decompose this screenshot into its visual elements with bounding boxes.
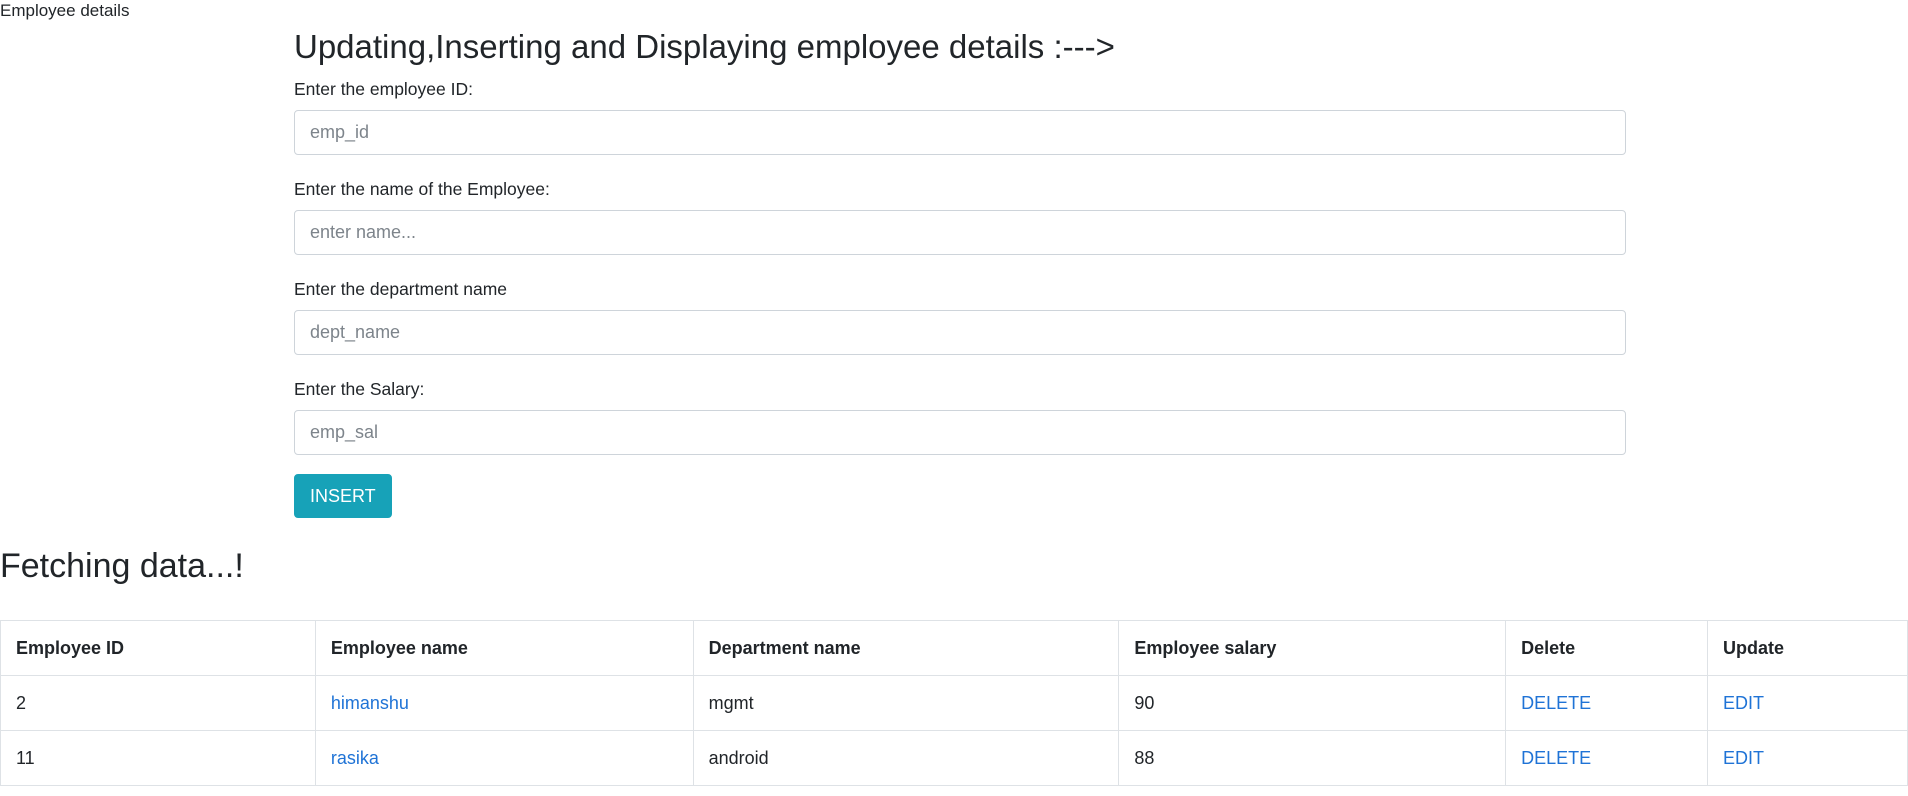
cell-delete: DELETE — [1505, 730, 1709, 786]
fetching-data-title: Fetching data...! — [0, 547, 244, 585]
cell-employee-name: himanshu — [314, 675, 694, 731]
table-header-row: Employee ID Employee name Department nam… — [0, 620, 1908, 676]
cell-employee-name: rasika — [314, 730, 694, 786]
emp-name-input[interactable] — [294, 210, 1626, 255]
cell-delete: DELETE — [1505, 675, 1709, 731]
header-department-name: Department name — [692, 620, 1120, 676]
insert-button[interactable]: INSERT — [294, 474, 392, 518]
emp-salary-label: Enter the Salary: — [294, 379, 425, 399]
table-row: 11 rasika android 88 DELETE EDIT — [0, 730, 1908, 786]
emp-id-input[interactable] — [294, 110, 1626, 155]
table-row: 2 himanshu mgmt 90 DELETE EDIT — [0, 675, 1908, 731]
emp-id-label: Enter the employee ID: — [294, 79, 473, 99]
header-employee-name: Employee name — [314, 620, 694, 676]
header-update: Update — [1707, 620, 1908, 676]
delete-link[interactable]: DELETE — [1521, 748, 1591, 768]
cell-department-name: android — [692, 730, 1120, 786]
cell-update: EDIT — [1707, 730, 1908, 786]
edit-link[interactable]: EDIT — [1723, 693, 1764, 713]
cell-employee-salary: 90 — [1118, 675, 1507, 731]
header-employee-id: Employee ID — [0, 620, 316, 676]
cell-department-name: mgmt — [692, 675, 1120, 731]
employee-table: Employee ID Employee name Department nam… — [0, 620, 1908, 786]
employee-name-link[interactable]: rasika — [331, 748, 379, 768]
emp-salary-input[interactable] — [294, 410, 1626, 455]
edit-link[interactable]: EDIT — [1723, 748, 1764, 768]
dept-name-input[interactable] — [294, 310, 1626, 355]
form-title: Updating,Inserting and Displaying employ… — [294, 28, 1115, 65]
dept-name-label: Enter the department name — [294, 279, 508, 299]
page: Employee details Updating,Inserting and … — [0, 0, 1908, 796]
cell-employee-id: 11 — [0, 730, 316, 786]
employee-name-link[interactable]: himanshu — [331, 693, 409, 713]
cell-update: EDIT — [1707, 675, 1908, 731]
emp-name-label: Enter the name of the Employee: — [294, 179, 550, 199]
delete-link[interactable]: DELETE — [1521, 693, 1591, 713]
header-employee-salary: Employee salary — [1118, 620, 1507, 676]
employee-form: Updating,Inserting and Displaying employ… — [294, 24, 1626, 518]
page-label: Employee details — [0, 1, 130, 20]
header-delete: Delete — [1505, 620, 1709, 676]
cell-employee-id: 2 — [0, 675, 316, 731]
cell-employee-salary: 88 — [1118, 730, 1507, 786]
